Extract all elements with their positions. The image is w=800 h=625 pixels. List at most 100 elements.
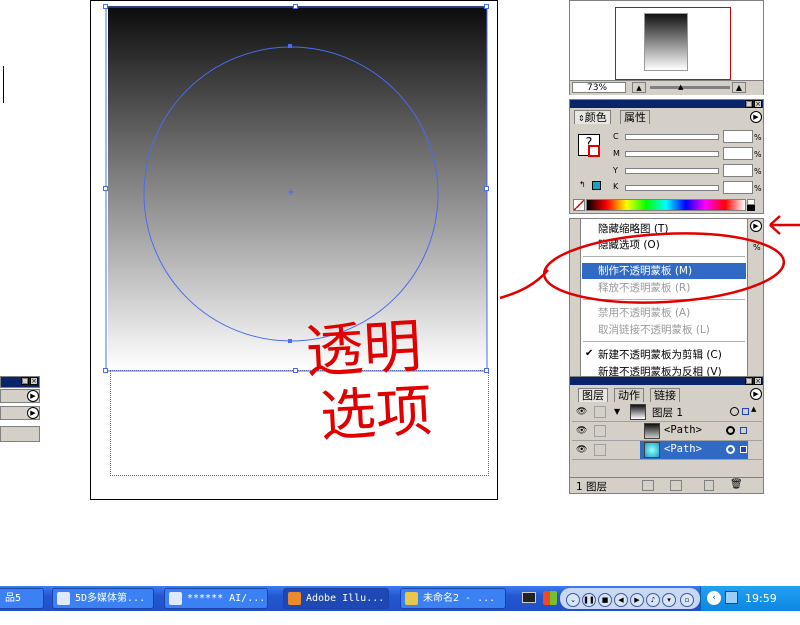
transparency-panel-menu-icon[interactable]: ▶ [750,220,762,232]
none-color-icon[interactable] [573,199,585,211]
panel-menu-icon[interactable]: ▶ [750,111,762,123]
bounding-box [105,6,488,372]
task-browser-1[interactable]: 5D多媒体第... [52,588,154,609]
color-spectrum-bar[interactable] [586,199,746,211]
illustrator-icon [288,592,301,605]
channel-k-slider[interactable] [625,185,719,191]
layer-name[interactable]: 图层 1 [652,405,683,420]
scroll-up-icon[interactable]: ▲ [751,405,756,413]
keyboard-icon[interactable] [522,592,536,603]
path-thumbnail [644,423,660,439]
tab-links[interactable]: 链接 [650,388,680,402]
channel-c-label: C [613,132,619,141]
channel-k-label: K [613,182,619,191]
expand-triangle-icon[interactable]: ▼ [614,407,620,416]
new-layer-icon[interactable] [704,480,714,491]
trash-icon[interactable]: 🗑 [730,479,743,490]
new-sublayer-icon[interactable] [670,480,682,491]
menu-item-new-mask-clip[interactable]: 新建不透明蒙板为剪辑 (C) [582,347,746,363]
swap-arrow-icon[interactable]: ↰ [579,180,586,189]
zoom-value[interactable]: 73% [572,82,626,93]
layer-row[interactable]: 👁 <Path> [572,422,762,441]
channel-y-value[interactable] [723,164,753,177]
channel-k-value[interactable] [723,181,753,194]
selection-square-icon[interactable] [742,408,749,415]
panel-menu-icon[interactable]: ▶ [750,388,762,400]
lock-toggle[interactable] [594,444,606,456]
channel-y-slider[interactable] [625,168,719,174]
eye-icon[interactable]: 👁 [576,407,587,417]
clock[interactable]: 19:59 [745,592,777,605]
zoom-slider[interactable] [650,86,730,89]
channel-m-label: M [613,149,620,158]
layer-row-selected[interactable]: 👁 <Path> [572,441,762,460]
handle-e[interactable] [484,186,489,191]
menu-item-unlink-opacity-mask[interactable]: 取消链接不透明蒙板 (L) [582,322,746,338]
handle-w[interactable] [103,186,108,191]
tray-expand-icon[interactable]: ‹ [707,591,721,605]
close-icon[interactable]: × [754,377,762,385]
eye-icon[interactable]: 👁 [576,426,587,436]
black-swatch[interactable] [747,205,755,211]
menu-item-hide-thumbnails[interactable]: 隐藏缩略图 (T) [582,221,746,237]
menu-item-disable-opacity-mask[interactable]: 禁用不透明蒙板 (A) [582,305,746,321]
task-browser-2[interactable]: ****** AI/... [164,588,268,609]
handle-ne[interactable] [484,4,489,9]
tab-actions[interactable]: 动作 [614,388,644,402]
eye-icon[interactable]: 👁 [576,445,587,455]
minimize-icon[interactable]: □ [745,100,753,108]
stroke-none-icon[interactable] [588,145,600,157]
zoom-in-button[interactable]: ▲ [732,82,746,93]
network-icon[interactable] [725,591,738,604]
media-down-icon[interactable]: ▾ [662,593,676,607]
channel-m-slider[interactable] [625,151,719,157]
lock-toggle[interactable] [594,425,606,437]
channel-m-value[interactable] [723,147,753,160]
path-name[interactable]: <Path> [664,424,702,436]
small-swatch-icon[interactable] [592,181,601,190]
menu-item-make-opacity-mask[interactable]: 制作不透明蒙板 (M) [582,263,746,279]
tab-layers[interactable]: 图层 [578,388,608,402]
task-clipped[interactable]: 品5 [0,588,44,609]
selection-square-icon[interactable] [740,427,747,434]
menu-separator [583,341,745,342]
pause-icon[interactable]: ❚❚ [582,593,596,607]
channel-c-slider[interactable] [625,134,719,140]
next-icon[interactable]: ▶ [630,593,644,607]
layer-row[interactable]: 👁 ▼ 图层 1 ▲ [572,403,762,422]
layers-panel-titlebar: □ × [570,377,763,385]
tab-color[interactable]: ⇕颜色 [574,110,611,124]
handle-s[interactable] [293,368,298,373]
system-tray: ‹ 19:59 [700,586,800,611]
restore-icon[interactable]: ▫ [680,593,694,607]
task-untitled[interactable]: 未命名2 - ... [400,588,506,609]
path-name[interactable]: <Path> [664,443,702,455]
circle-anchor-bottom[interactable] [288,339,292,343]
selection-square-icon[interactable] [740,446,747,453]
make-clip-mask-icon[interactable] [642,480,654,491]
zoom-out-button[interactable]: ▲ [632,82,646,93]
tab-attributes[interactable]: 属性 [620,110,650,124]
previous-icon[interactable]: ◀ [614,593,628,607]
target-icon[interactable] [726,445,735,454]
channel-c-value[interactable] [723,130,753,143]
handle-nw[interactable] [103,4,108,9]
percent-fragment: % [753,243,761,252]
handle-n[interactable] [293,4,298,9]
target-icon[interactable] [726,426,735,435]
circle-anchor-top[interactable] [288,44,292,48]
handle-se[interactable] [484,368,489,373]
media-menu-icon[interactable]: ⌄ [566,593,580,607]
zoom-slider-thumb-icon[interactable]: ▲ [678,84,683,91]
target-icon[interactable] [730,407,739,416]
task-illustrator[interactable]: Adobe Illu... [283,588,389,609]
minimize-icon[interactable]: □ [745,377,753,385]
handle-sw[interactable] [103,368,108,373]
stop-icon[interactable]: ■ [598,593,612,607]
windows-logo-icon[interactable] [543,591,557,605]
close-icon[interactable]: × [754,100,762,108]
lock-toggle[interactable] [594,406,606,418]
volume-icon[interactable]: ♪ [646,593,660,607]
menu-item-hide-options[interactable]: 隐藏选项 (O) [582,237,746,253]
menu-item-release-opacity-mask[interactable]: 释放不透明蒙板 (R) [582,280,746,296]
